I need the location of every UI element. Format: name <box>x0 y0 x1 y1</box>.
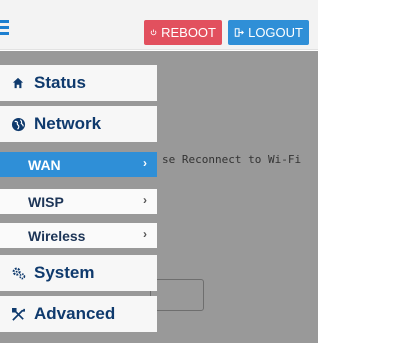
menu-subitem-wan[interactable]: WAN › <box>0 152 157 177</box>
menu-item-network[interactable]: Network <box>0 106 157 142</box>
power-icon <box>150 29 157 36</box>
reconnect-message: se Reconnect to Wi-Fi <box>162 153 302 166</box>
gears-icon <box>10 265 26 281</box>
router-admin-page: REBOOT LOGOUT se Reconnect to Wi-Fi Stat… <box>0 0 393 343</box>
menu-subitem-wireless[interactable]: Wireless › <box>0 223 157 248</box>
reboot-button[interactable]: REBOOT <box>144 20 222 45</box>
chevron-right-icon: › <box>143 227 147 241</box>
logout-icon <box>234 28 244 37</box>
hamburger-menu-icon[interactable] <box>0 20 9 36</box>
menu-item-system[interactable]: System <box>0 255 157 291</box>
dimmed-input-field <box>150 279 204 311</box>
menu-item-status[interactable]: Status <box>0 65 157 101</box>
menu-subitem-wireless-label: Wireless <box>28 227 86 244</box>
reboot-label: REBOOT <box>161 25 216 40</box>
logout-label: LOGOUT <box>248 25 303 40</box>
menu-item-status-label: Status <box>34 73 86 92</box>
right-blank-area <box>318 0 393 343</box>
menu-item-advanced[interactable]: Advanced <box>0 296 157 332</box>
tools-icon <box>10 306 26 322</box>
menu-item-network-label: Network <box>34 114 102 133</box>
logout-button[interactable]: LOGOUT <box>228 20 309 45</box>
chevron-right-icon: › <box>143 193 147 207</box>
globe-icon <box>10 116 26 132</box>
menu-subitem-wisp[interactable]: WISP › <box>0 189 157 214</box>
home-icon <box>10 75 26 91</box>
menu-subitem-wan-label: WAN <box>28 156 61 173</box>
menu-item-advanced-label: Advanced <box>34 304 116 323</box>
chevron-right-icon: › <box>143 156 147 170</box>
menu-item-system-label: System <box>34 263 95 282</box>
menu-subitem-wisp-label: WISP <box>28 193 64 210</box>
top-bar: REBOOT LOGOUT <box>0 0 318 50</box>
